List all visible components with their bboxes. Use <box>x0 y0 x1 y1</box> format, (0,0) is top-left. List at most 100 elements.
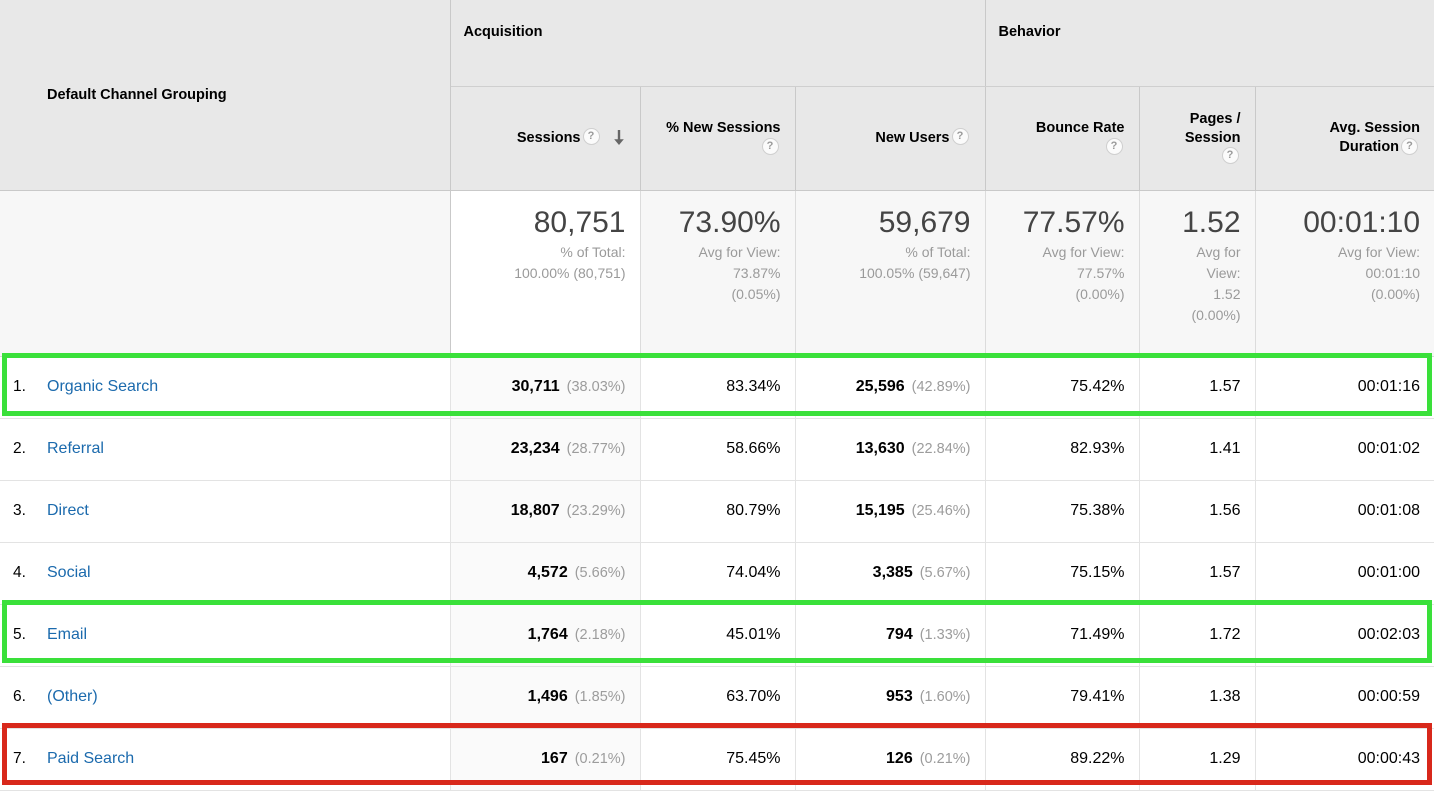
row-new-sessions-cell: 63.70% <box>640 666 795 728</box>
summary-avg-duration-note3: (0.00%) <box>1270 285 1421 303</box>
table-row[interactable]: 4.Social 4,572(5.66%) 74.04% 3,385(5.67%… <box>0 542 1434 604</box>
channel-link[interactable]: Social <box>47 564 91 581</box>
row-new-users-cell: 126 (0.21%) <box>795 728 985 790</box>
row-dimension-cell: 3.Direct <box>0 480 450 542</box>
help-icon[interactable]: ? <box>762 138 779 155</box>
summary-sessions-note2: 100.00% (80,751) <box>465 264 626 282</box>
table-body: 80,751 % of Total: 100.00% (80,751) 73.9… <box>0 190 1434 790</box>
row-avg-duration-cell: 00:02:03 <box>1255 604 1434 666</box>
help-icon[interactable]: ? <box>1401 138 1418 155</box>
sessions-value: 1,764 <box>528 626 568 643</box>
row-bounce-rate-cell: 79.41% <box>985 666 1139 728</box>
column-header-new-users[interactable]: New Users? <box>795 86 985 190</box>
sessions-percent: (1.85%) <box>575 689 626 705</box>
new-users-percent: (0.21%) <box>920 751 971 767</box>
bounce-rate-value: 89.22% <box>1070 750 1124 767</box>
column-header-avg-session-duration[interactable]: Avg. Session Duration? <box>1255 86 1434 190</box>
row-new-sessions-cell: 74.04% <box>640 542 795 604</box>
column-header-default-channel-grouping[interactable]: Default Channel Grouping <box>0 0 450 190</box>
summary-row: 80,751 % of Total: 100.00% (80,751) 73.9… <box>0 190 1434 356</box>
avg-duration-value: 00:02:03 <box>1358 626 1420 643</box>
row-index: 2. <box>13 440 47 458</box>
row-index: 5. <box>13 626 47 644</box>
row-new-sessions-cell: 83.34% <box>640 356 795 418</box>
row-index: 4. <box>13 564 47 582</box>
bounce-rate-value: 82.93% <box>1070 440 1124 457</box>
summary-sessions-note1: % of Total: <box>465 243 626 261</box>
new-sessions-value: 63.70% <box>726 688 780 705</box>
column-header-sessions[interactable]: Sessions? <box>450 86 640 190</box>
summary-avg-duration-cell: 00:01:10 Avg for View: 00:01:10 (0.00%) <box>1255 190 1434 356</box>
row-bounce-rate-cell: 71.49% <box>985 604 1139 666</box>
table-row[interactable]: 3.Direct 18,807(23.29%) 80.79% 15,195(25… <box>0 480 1434 542</box>
pages-session-value: 1.57 <box>1209 378 1240 395</box>
channel-link[interactable]: Referral <box>47 440 104 457</box>
summary-sessions-value: 80,751 <box>465 206 626 240</box>
table-row[interactable]: 5.Email 1,764(2.18%) 45.01% 794(1.33%) 7… <box>0 604 1434 666</box>
bounce-rate-value: 75.42% <box>1070 378 1124 395</box>
column-header-pages-session[interactable]: Pages / Session? <box>1139 86 1255 190</box>
summary-new-users-cell: 59,679 % of Total: 100.05% (59,647) <box>795 190 985 356</box>
row-new-users-cell: 953(1.60%) <box>795 666 985 728</box>
new-users-value: 794 <box>886 626 913 643</box>
new-users-percent: (5.67%) <box>920 565 971 581</box>
table-row[interactable]: 2.Referral 23,234(28.77%) 58.66% 13,630(… <box>0 418 1434 480</box>
row-dimension-cell: 2.Referral <box>0 418 450 480</box>
table-row[interactable]: 1.Organic Search 30,711(38.03%) 83.34% 2… <box>0 356 1434 418</box>
new-users-percent: (22.84%) <box>912 441 971 457</box>
new-sessions-value: 80.79% <box>726 502 780 519</box>
new-users-value: 126 <box>886 750 913 767</box>
summary-new-sessions-note3: (0.05%) <box>655 285 781 303</box>
row-avg-duration-cell: 00:01:08 <box>1255 480 1434 542</box>
summary-bounce-rate-cell: 77.57% Avg for View: 77.57% (0.00%) <box>985 190 1139 356</box>
summary-avg-duration-value: 00:01:10 <box>1270 206 1421 240</box>
group-header-acquisition: Acquisition <box>450 0 985 86</box>
row-avg-duration-cell: 00:01:00 <box>1255 542 1434 604</box>
summary-bounce-rate-note3: (0.00%) <box>1000 285 1125 303</box>
row-pages-session-cell: 1.38 <box>1139 666 1255 728</box>
channel-link[interactable]: Direct <box>47 502 89 519</box>
row-new-users-cell: 794(1.33%) <box>795 604 985 666</box>
row-bounce-rate-cell: 75.38% <box>985 480 1139 542</box>
row-dimension-cell: 6.(Other) <box>0 666 450 728</box>
help-icon[interactable]: ? <box>1106 138 1123 155</box>
channel-link[interactable]: Organic Search <box>47 378 158 395</box>
summary-pages-session-note4: (0.00%) <box>1154 306 1241 324</box>
help-icon[interactable]: ? <box>1222 147 1239 164</box>
sessions-value: 1,496 <box>528 688 568 705</box>
dimension-header-label: Default Channel Grouping <box>47 87 227 103</box>
channel-link[interactable]: Paid Search <box>47 750 134 767</box>
table-row[interactable]: 7.Paid Search 167(0.21%) 75.45% 126 (0.21… <box>0 728 1434 790</box>
new-sessions-value: 75.45% <box>726 750 780 767</box>
column-header-percent-new-sessions[interactable]: % New Sessions? <box>640 86 795 190</box>
table-row[interactable]: 6.(Other) 1,496 (1.85%) 63.70% 953(1.60%)… <box>0 666 1434 728</box>
summary-bounce-rate-note1: Avg for View: <box>1000 243 1125 261</box>
summary-pages-session-note2: View: <box>1154 264 1241 282</box>
group-header-row: Default Channel Grouping Acquisition Beh… <box>0 0 1434 86</box>
column-header-bounce-rate[interactable]: Bounce Rate? <box>985 86 1139 190</box>
group-header-behavior: Behavior <box>985 0 1434 86</box>
row-sessions-cell: 18,807(23.29%) <box>450 480 640 542</box>
row-bounce-rate-cell: 75.15% <box>985 542 1139 604</box>
row-bounce-rate-cell: 89.22% <box>985 728 1139 790</box>
summary-new-sessions-note1: Avg for View: <box>655 243 781 261</box>
help-icon[interactable]: ? <box>952 128 969 145</box>
avg-duration-value: 00:00:43 <box>1358 750 1420 767</box>
row-avg-duration-cell: 00:00:59 <box>1255 666 1434 728</box>
summary-pages-session-value: 1.52 <box>1154 206 1241 240</box>
row-sessions-cell: 23,234(28.77%) <box>450 418 640 480</box>
new-users-value: 953 <box>886 688 913 705</box>
row-avg-duration-cell: 00:01:16 <box>1255 356 1434 418</box>
row-index: 7. <box>13 750 47 768</box>
new-sessions-value: 58.66% <box>726 440 780 457</box>
help-icon[interactable]: ? <box>583 128 600 145</box>
row-sessions-cell: 167(0.21%) <box>450 728 640 790</box>
row-pages-session-cell: 1.72 <box>1139 604 1255 666</box>
column-header-sessions-label: Sessions <box>517 130 581 146</box>
channel-link[interactable]: (Other) <box>47 688 98 705</box>
row-dimension-cell: 1.Organic Search <box>0 356 450 418</box>
channel-link[interactable]: Email <box>47 626 87 643</box>
row-new-users-cell: 13,630(22.84%) <box>795 418 985 480</box>
analytics-table-page: Default Channel Grouping Acquisition Beh… <box>0 0 1434 792</box>
sort-descending-arrow-icon[interactable] <box>612 129 626 147</box>
